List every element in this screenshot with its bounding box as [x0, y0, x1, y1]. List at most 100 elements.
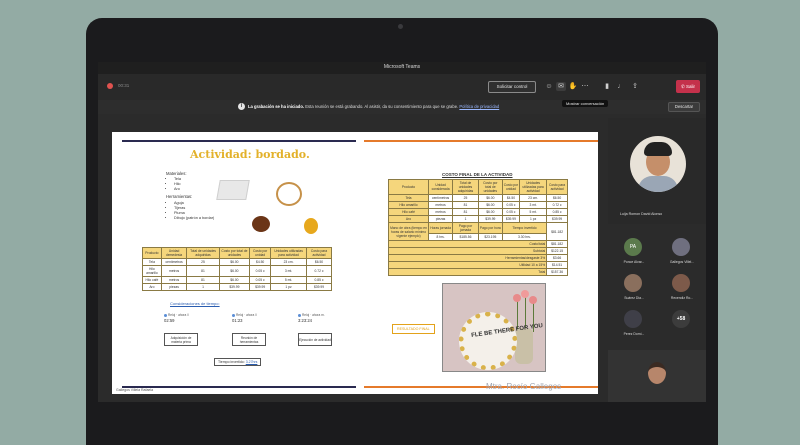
participant-name: Perez Domí... [623, 332, 645, 336]
total-time-label: Tiempo invertido: [218, 360, 245, 364]
table-header-cell: Unidades utilizadas para actividad [270, 247, 307, 259]
table-header-cell: Costo para actividad [546, 179, 568, 195]
dismiss-button[interactable]: Descartar [668, 102, 700, 112]
slide-rule-top-left [122, 140, 356, 142]
clock-icon [164, 313, 167, 317]
summary-label: Herramientas/desgaste 3% [387, 254, 548, 262]
table-cell: $6.50 [305, 258, 333, 266]
participant-tile[interactable]: Perez Domí... [610, 308, 656, 340]
table-cell: piezas [427, 215, 454, 223]
table-cell: 3 mt. [519, 201, 548, 209]
participants-panel: Luija Romon David Alonso PA Ponce Alvar.… [608, 118, 706, 402]
summary-label: Utilidad 10 a 15% [387, 261, 548, 269]
table-cell: $4.50 [501, 194, 521, 202]
privacy-policy-link[interactable]: Política de privacidad [459, 104, 499, 109]
avatar [624, 274, 642, 292]
chat-icon[interactable]: ✉ [556, 82, 566, 91]
teams-window: Microsoft Teams 00:31 Solicitar control … [98, 62, 706, 402]
tools-list: Aguja Tijeras Pluma Dibujo (patrón a bor… [174, 201, 214, 221]
laptop-frame: Microsoft Teams 00:31 Solicitar control … [86, 18, 718, 445]
participant-tile[interactable]: Recendiz Ro... [658, 272, 704, 304]
avatar [672, 274, 690, 292]
table-cell: 1 [186, 283, 220, 291]
table-cell: $4.50 [249, 258, 272, 266]
summary-label: Costo/total [387, 240, 548, 248]
people-icon[interactable]: ☺ [544, 82, 554, 91]
table-header-cell: Costo por unidad [249, 247, 272, 259]
show-conversation-tooltip: Mostrar conversación [562, 100, 609, 107]
brown-thread-image [252, 216, 270, 232]
avatar [630, 136, 686, 192]
table-cell: 0.72 c [546, 201, 568, 209]
table-cell: 3 mt. [270, 265, 307, 277]
mic-icon[interactable]: ♩ [616, 82, 626, 91]
table-cell: Tiempo invertido [501, 222, 548, 234]
summary-row: Herramientas/desgaste 3% $3.66 [387, 254, 568, 262]
table-cell: Pago por jornada [452, 222, 479, 234]
meeting-toolbar: 00:31 Solicitar control ☺ ✉ ✋ ⋯ ▮ ♩ ⇪ ✆ … [98, 74, 706, 100]
avatar-hair [644, 142, 672, 156]
table-header-row: Producto Unidad demedesia Total de unida… [142, 247, 333, 259]
table-cell: $6.00 [218, 276, 251, 284]
table-cell: $6.00 [477, 194, 503, 202]
table-header-cell: Costo por total de unidades [477, 179, 503, 195]
summary-value: $122.15 [546, 247, 568, 255]
more-count: +58 [672, 310, 690, 328]
active-speaker-tile[interactable]: Luija Romon David Alonso [608, 118, 706, 224]
table-header-cell: Producto [142, 247, 162, 259]
table-cell: $39.99 [305, 283, 333, 291]
clock-widget: Reloj · ahora m. 3:23:24 [298, 313, 325, 323]
self-video-tile[interactable] [608, 350, 706, 402]
request-control-button[interactable]: Solicitar control [488, 81, 536, 93]
table-cell: $39.99 [249, 283, 272, 291]
clock-widget: Reloj · ahora \/ 02:59 [164, 313, 189, 323]
table-header-cell: Unidad demedesia [160, 247, 188, 259]
participant-name: Luija Romon David Alonso [620, 212, 663, 216]
table-row: Tela centímetros 25 $6.00 $4.50 23 cm. $… [388, 194, 568, 202]
total-time-value: 3.27hrs [245, 360, 258, 364]
list-item: Dibujo (patrón a bordar) [174, 216, 214, 221]
table-cell: piezas [160, 283, 188, 291]
table-cell: 1 pz [270, 283, 307, 291]
table-cell: $39.99 [477, 215, 503, 223]
table-cell: $39.99 [218, 283, 251, 291]
summary-value: $157.36 [546, 268, 568, 276]
table-cell: 1 [452, 215, 479, 223]
final-cost-title: COSTO FINAL DE LA ACTIVIDAD [442, 172, 513, 177]
summary-row: Total $157.36 [387, 268, 568, 276]
table-cell: $39.99 [501, 215, 521, 223]
participant-tile[interactable]: Suárez Dia... [610, 272, 656, 304]
avatar [624, 310, 642, 328]
table-cell: 0.05 c [249, 265, 272, 277]
clock-label: Reloj · ahora \/ [236, 313, 257, 317]
table-cell: 81 [452, 201, 479, 209]
table-cell: centímetros [427, 194, 454, 202]
laptop-bezel [86, 402, 718, 445]
table-row: Hilo amarillo metros 81 $6.00 0.05 c 3 m… [142, 265, 333, 277]
participant-tile[interactable]: PA Ponce Alvar... [610, 236, 656, 268]
summary-row: Utilidad 10 a 15% $14.51 [387, 261, 568, 269]
table-header-cell: Unidad considerada [427, 179, 454, 195]
share-icon[interactable]: ⇪ [630, 82, 640, 91]
teacher-name: Mtra. Rocío Gallegos [486, 382, 562, 391]
more-participants-tile[interactable]: +58 [658, 308, 704, 340]
camera-icon[interactable]: ▮ [602, 82, 612, 91]
participant-tile[interactable]: Gallegos Villel... [658, 236, 704, 268]
clock-time: 01:23 [232, 318, 243, 323]
reactions-icon[interactable]: ✋ [568, 82, 578, 91]
avatar [672, 238, 690, 256]
leave-label: Salir [686, 84, 696, 89]
more-icon[interactable]: ⋯ [580, 82, 590, 91]
table-cell: 0.72 c [305, 265, 333, 277]
table-cell: centímetros [160, 258, 188, 266]
meeting-timer: 00:31 [118, 83, 130, 88]
table-header-cell: Costo por unidad [501, 179, 521, 195]
total-time-box: Tiempo invertido: 3.27hrs [214, 358, 262, 366]
table-cell: $6.00 [477, 208, 503, 216]
summary-value: $81.182 [546, 240, 568, 248]
avatar-shirt [638, 176, 678, 192]
leave-button[interactable]: ✆ Salir [676, 80, 700, 93]
table-cell: Mano de obra (tiempo en horas de salario… [388, 222, 429, 241]
table-cell: Aro [388, 215, 429, 223]
webcam-icon [398, 24, 403, 29]
